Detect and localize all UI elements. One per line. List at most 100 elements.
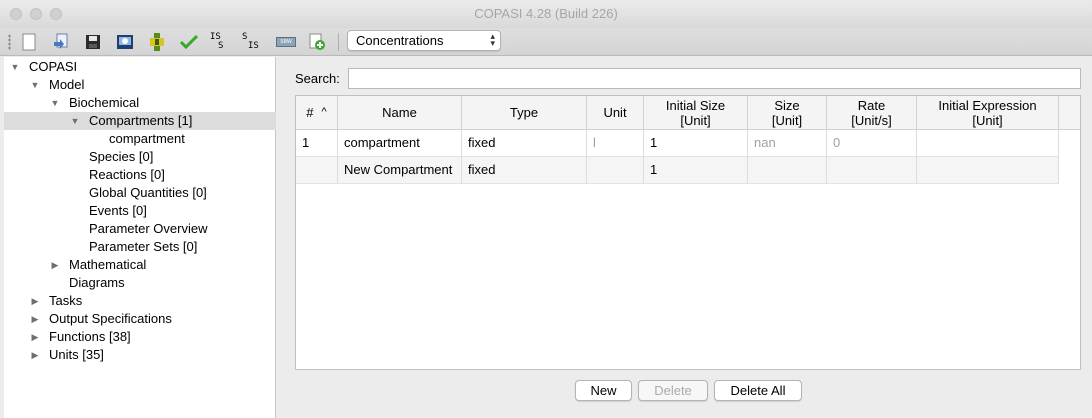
tree-item-copasi[interactable]: ▼ COPASI <box>4 58 276 76</box>
tree-item-reactions[interactable]: Reactions [0] <box>4 166 276 184</box>
column-header-label: Initial Size <box>665 97 726 113</box>
export-sbml-sub-label: IS <box>248 41 259 51</box>
column-header-size[interactable]: Size [Unit] <box>748 96 827 130</box>
column-header-unit-label: [Unit] <box>972 112 1003 128</box>
check-icon[interactable] <box>178 31 200 53</box>
cell-size: nan <box>748 130 827 157</box>
collapsed-arrow-icon[interactable]: ▶ <box>30 292 40 310</box>
cell-type[interactable]: fixed <box>462 157 587 184</box>
sbw-icon[interactable]: SBW <box>274 31 298 53</box>
model-tree: ▼ COPASI ▼ Model ▼ Biochemical ▼ Compart… <box>4 57 276 418</box>
tree-item-biochemical[interactable]: ▼ Biochemical <box>4 94 276 112</box>
tree-label: Reactions [0] <box>89 167 165 182</box>
plugin-icon[interactable] <box>146 31 168 53</box>
app-window: COPASI 4.28 (Build 226) IS S S IS SBW Co… <box>0 0 1092 418</box>
tree-item-species[interactable]: Species [0] <box>4 148 276 166</box>
tree-label: compartment <box>109 131 185 146</box>
column-header-rate[interactable]: Rate [Unit/s] <box>827 96 917 130</box>
collapsed-arrow-icon[interactable]: ▶ <box>30 346 40 364</box>
cell-rate: 0 <box>827 130 917 157</box>
tree-item-tasks[interactable]: ▶ Tasks <box>4 292 276 310</box>
column-header-filler <box>1059 96 1080 130</box>
column-header-name[interactable]: Name <box>338 96 462 130</box>
tree-item-functions[interactable]: ▶ Functions [38] <box>4 328 276 346</box>
cell-initial-expression[interactable] <box>917 130 1059 157</box>
tree-item-events[interactable]: Events [0] <box>4 202 276 220</box>
tree-label: Model <box>49 77 85 92</box>
tree-item-units[interactable]: ▶ Units [35] <box>4 346 276 364</box>
column-header-label: Type <box>509 105 539 120</box>
quantity-type-select[interactable]: Concentrations ▴ ▾ <box>347 30 501 51</box>
sbw-label: SBW <box>276 37 296 47</box>
tree-item-global-quantities[interactable]: Global Quantities [0] <box>4 184 276 202</box>
tree-item-compartments[interactable]: ▼ Compartments [1] <box>4 112 276 130</box>
tree-label: Parameter Sets [0] <box>89 239 198 254</box>
tree-item-model[interactable]: ▼ Model <box>4 76 276 94</box>
tree-label: COPASI <box>29 59 78 74</box>
tree-label: Events [0] <box>89 203 147 218</box>
cell-initial-size[interactable]: 1 <box>644 130 748 157</box>
toolbar-separator <box>338 33 339 51</box>
column-header-initial-size[interactable]: Initial Size [Unit] <box>644 96 748 130</box>
tree-label: Species [0] <box>89 149 154 164</box>
tree-label: Global Quantities [0] <box>89 185 207 200</box>
column-header-num[interactable]: # ^ <box>296 96 338 130</box>
collapsed-arrow-icon[interactable]: ▶ <box>30 310 40 328</box>
cell-name[interactable]: compartment <box>338 130 462 157</box>
collapsed-arrow-icon[interactable]: ▶ <box>50 256 60 274</box>
open-file-icon[interactable] <box>50 31 72 53</box>
delete-all-button[interactable]: Delete All <box>714 380 802 401</box>
compartments-table: # ^ Name Type Unit Initial Size [Unit] S… <box>295 95 1081 370</box>
save-icon[interactable] <box>82 31 104 53</box>
expanded-arrow-icon[interactable]: ▼ <box>50 94 60 112</box>
cell-type[interactable]: fixed <box>462 130 587 157</box>
column-header-unit[interactable]: Unit <box>587 96 644 130</box>
search-label: Search: <box>295 71 340 86</box>
new-file-icon[interactable] <box>18 31 40 53</box>
tree-item-parameter-overview[interactable]: Parameter Overview <box>4 220 276 238</box>
export-sbml-icon[interactable]: S IS <box>242 31 264 53</box>
column-header-initial-expression[interactable]: Initial Expression [Unit] <box>917 96 1059 130</box>
tree-label: Units [35] <box>49 347 104 362</box>
import-sbml-sub-label: S <box>218 41 224 51</box>
cell-num[interactable]: 1 <box>296 130 338 157</box>
collapsed-arrow-icon[interactable]: ▶ <box>30 328 40 346</box>
expanded-arrow-icon[interactable]: ▼ <box>70 112 80 130</box>
expanded-arrow-icon[interactable]: ▼ <box>10 58 20 76</box>
column-header-unit-label: [Unit] <box>680 112 711 128</box>
tree-item-parameter-sets[interactable]: Parameter Sets [0] <box>4 238 276 256</box>
tree-item-output-specifications[interactable]: ▶ Output Specifications <box>4 310 276 328</box>
tree-item-mathematical[interactable]: ▶ Mathematical <box>4 256 276 274</box>
toolbar-grip-icon[interactable] <box>8 34 11 50</box>
title-bar: COPASI 4.28 (Build 226) <box>0 0 1092 28</box>
expanded-arrow-icon[interactable]: ▼ <box>30 76 40 94</box>
column-header-label: Rate <box>857 97 886 113</box>
column-header-label: Initial Expression <box>938 97 1037 113</box>
column-header-label: Size <box>774 97 800 113</box>
new-button[interactable]: New <box>575 380 632 401</box>
tree-label: Mathematical <box>69 257 147 272</box>
tree-item-diagrams[interactable]: Diagrams <box>4 274 276 292</box>
save-as-image-icon[interactable] <box>114 31 136 53</box>
cell-initial-size[interactable]: 1 <box>644 157 748 184</box>
tree-label: Biochemical <box>69 95 140 110</box>
cell-name[interactable]: New Compartment <box>338 157 462 184</box>
delete-button[interactable]: Delete <box>638 380 708 401</box>
tree-label: Output Specifications <box>49 311 172 326</box>
add-icon[interactable] <box>306 31 328 53</box>
quantity-type-value: Concentrations <box>356 33 444 48</box>
select-arrows-icon: ▴ ▾ <box>490 31 495 48</box>
toolbar: IS S S IS SBW <box>0 28 1092 56</box>
tree-label: Compartments [1] <box>89 113 193 128</box>
import-sbml-icon[interactable]: IS S <box>210 31 232 53</box>
cell-rate <box>827 157 917 184</box>
sort-ascending-icon: ^ <box>321 106 327 118</box>
tree-label: Parameter Overview <box>89 221 208 236</box>
column-header-label: # <box>306 105 314 120</box>
column-header-type[interactable]: Type <box>462 96 587 130</box>
cell-initial-expression[interactable] <box>917 157 1059 184</box>
tree-item-compartment[interactable]: compartment <box>4 130 276 148</box>
cell-unit <box>587 157 644 184</box>
search-input[interactable] <box>348 68 1081 89</box>
cell-num[interactable] <box>296 157 338 184</box>
